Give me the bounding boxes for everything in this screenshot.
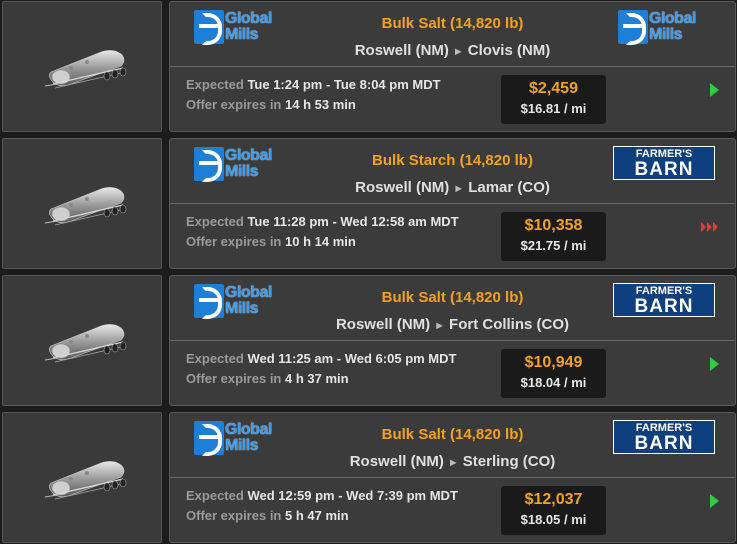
farmers-barn-logo-line2: BARN [634,159,694,180]
job-row[interactable]: Global Mills Bulk Starch (14,820 lb) Rosw… [0,137,737,270]
expected-delivery: Expected Wed 12:59 pm - Wed 7:39 pm MDT [186,488,458,503]
accept-job-arrow-icon[interactable] [707,493,721,509]
payout-total: $12,037 [524,491,583,508]
destination-city: Lamar (CO) [468,179,550,196]
job-card-details: Expected Wed 11:25 am - Wed 6:05 pm MDT … [170,341,735,405]
accept-job-arrow-icon[interactable] [707,82,721,98]
bulk-tanker-trailer-icon [44,461,127,500]
payout-rate: $18.04 / mi [520,375,587,390]
payout-rate: $16.81 / mi [520,101,587,116]
offer-expiry: Offer expires in 4 h 37 min [186,371,349,386]
job-row[interactable]: Global Mills Bulk Salt (14,820 lb) Roswel… [0,274,737,407]
destination-company-logo: FARMER'S BARN [613,146,715,180]
global-mills-logo-text: Global Mills [649,10,696,43]
accept-job-arrow-icon[interactable] [707,356,721,372]
destination-company-logo: FARMER'S BARN [613,283,715,317]
origin-city: Roswell (NM) [349,453,444,470]
job-card[interactable]: Global Mills Bulk Salt (14,820 lb) Roswel… [169,1,736,132]
trailer-thumbnail[interactable] [2,412,162,543]
job-payout: $10,358 $21.75 / mi [501,212,606,261]
farmers-barn-logo-line2: BARN [634,433,694,454]
job-card-details: Expected Tue 1:24 pm - Tue 8:04 pm MDT O… [170,67,735,131]
route-arrow-icon: ► [434,320,446,332]
farmers-barn-logo: FARMER'S BARN [613,146,715,180]
trailer-thumbnail[interactable] [2,138,162,269]
origin-city: Roswell (NM) [335,316,431,333]
payout-total: $10,949 [524,354,583,371]
origin-city: Roswell (NM) [354,42,449,59]
job-payout: $2,459 $16.81 / mi [501,75,606,124]
job-card-details: Expected Tue 11:28 pm - Wed 12:58 am MDT… [170,204,735,268]
farmers-barn-logo: FARMER'S BARN [613,420,715,454]
job-row[interactable]: Global Mills Bulk Salt (14,820 lb) Roswel… [0,0,737,133]
bulk-tanker-trailer-icon [44,50,127,89]
job-card-header: Global Mills Bulk Salt (14,820 lb) Roswel… [170,2,735,67]
expected-delivery: Expected Tue 1:24 pm - Tue 8:04 pm MDT [186,77,441,92]
trailer-thumbnail[interactable] [2,1,162,132]
job-card-header: Global Mills Bulk Salt (14,820 lb) Roswel… [170,276,735,341]
route: Roswell (NM) ► Fort Collins (CO) [170,316,735,333]
bulk-tanker-trailer-icon [44,187,127,226]
job-card[interactable]: Global Mills Bulk Salt (14,820 lb) Roswel… [169,275,736,406]
global-mills-logo-icon [618,10,648,45]
route: Roswell (NM) ► Sterling (CO) [170,453,735,470]
destination-company-logo: FARMER'S BARN [613,420,715,454]
farmers-barn-logo-line2: BARN [634,296,694,317]
destination-company-logo: Global Mills [618,10,702,46]
payout-rate: $18.05 / mi [520,512,587,527]
route-arrow-icon: ► [447,457,459,469]
route-arrow-icon: ► [453,183,465,195]
destination-city: Clovis (NM) [467,42,551,59]
job-card-header: Global Mills Bulk Starch (14,820 lb) Rosw… [170,139,735,204]
destination-city: Sterling (CO) [462,453,556,470]
route-arrow-icon: ► [452,46,464,58]
offer-expiry: Offer expires in 14 h 53 min [186,97,356,112]
job-card-header: Global Mills Bulk Salt (14,820 lb) Roswel… [170,413,735,478]
bulk-tanker-trailer-icon [44,324,127,363]
job-payout: $12,037 $18.05 / mi [501,486,606,535]
urgent-triple-arrow-icon[interactable] [700,219,722,235]
expected-delivery: Expected Tue 11:28 pm - Wed 12:58 am MDT [186,214,459,229]
payout-rate: $21.75 / mi [520,238,587,253]
payout-total: $10,358 [524,217,583,234]
expected-delivery: Expected Wed 11:25 am - Wed 6:05 pm MDT [186,351,457,366]
offer-expiry: Offer expires in 10 h 14 min [186,234,356,249]
job-card[interactable]: Global Mills Bulk Starch (14,820 lb) Rosw… [169,138,736,269]
job-card-details: Expected Wed 12:59 pm - Wed 7:39 pm MDT … [170,478,735,542]
job-payout: $10,949 $18.04 / mi [501,349,606,398]
payout-total: $2,459 [529,80,578,97]
offer-expiry: Offer expires in 5 h 47 min [186,508,349,523]
trailer-thumbnail[interactable] [2,275,162,406]
job-card[interactable]: Global Mills Bulk Salt (14,820 lb) Roswel… [169,412,736,543]
job-row[interactable]: Global Mills Bulk Salt (14,820 lb) Roswel… [0,411,737,544]
route: Roswell (NM) ► Lamar (CO) [170,179,735,196]
destination-city: Fort Collins (CO) [449,316,570,333]
farmers-barn-logo: FARMER'S BARN [613,283,715,317]
origin-city: Roswell (NM) [355,179,450,196]
